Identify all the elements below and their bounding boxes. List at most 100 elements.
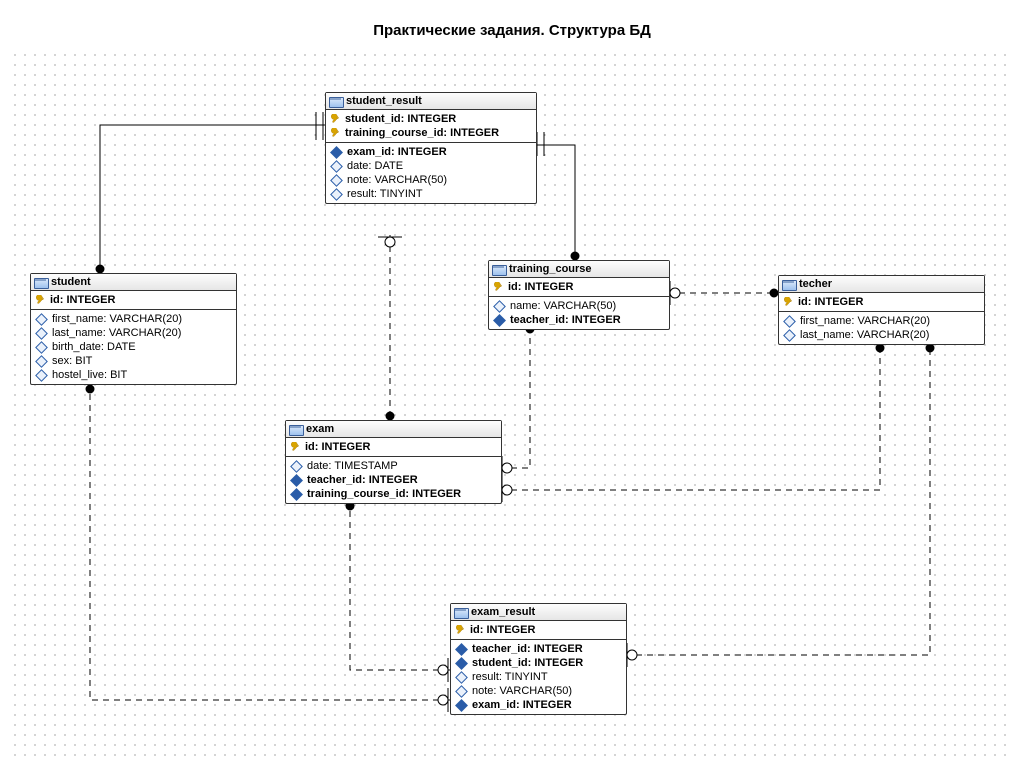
table-icon xyxy=(289,423,303,435)
fk-icon xyxy=(455,643,468,656)
column[interactable]: result: TINYINT xyxy=(326,187,536,201)
key-icon xyxy=(455,625,466,636)
column-label: result: TINYINT xyxy=(472,671,548,683)
column-label: name: VARCHAR(50) xyxy=(510,300,616,312)
column-label: student_id: INTEGER xyxy=(472,657,583,669)
pk-column[interactable]: id: INTEGER xyxy=(31,293,236,307)
fk-icon xyxy=(455,657,468,670)
column-label: teacher_id: INTEGER xyxy=(307,474,418,486)
column-label: last_name: VARCHAR(20) xyxy=(52,327,181,339)
column-icon xyxy=(493,300,506,313)
column[interactable]: date: TIMESTAMP xyxy=(286,459,501,473)
key-icon xyxy=(330,114,341,125)
columns-section: exam_id: INTEGERdate: DATEnote: VARCHAR(… xyxy=(326,143,536,203)
entity-header[interactable]: techer xyxy=(779,276,984,293)
column[interactable]: note: VARCHAR(50) xyxy=(326,173,536,187)
column-label: note: VARCHAR(50) xyxy=(472,685,572,697)
columns-section: date: TIMESTAMP teacher_id: INTEGERtraini… xyxy=(286,457,501,503)
column-label: teacher_id: INTEGER xyxy=(472,643,583,655)
fk-column[interactable]: teacher_id: INTEGER xyxy=(451,642,626,656)
fk-column[interactable]: student_id: INTEGER xyxy=(451,656,626,670)
column[interactable]: first_name: VARCHAR(20) xyxy=(31,312,236,326)
entity-exam[interactable]: exam id: INTEGER date: TIMESTAMP teacher_id… xyxy=(285,420,502,504)
fk-column[interactable]: training_course_id: INTEGER xyxy=(286,487,501,501)
pk-column[interactable]: training_course_id: INTEGER xyxy=(326,126,536,140)
column-icon xyxy=(35,341,48,354)
column[interactable]: sex: BIT xyxy=(31,354,236,368)
column-label: id: INTEGER xyxy=(508,281,573,293)
columns-section: first_name: VARCHAR(20)last_name: VARCHA… xyxy=(31,310,236,384)
entity-name: exam xyxy=(306,423,334,435)
column-label: hostel_live: BIT xyxy=(52,369,127,381)
pk-column[interactable]: id: INTEGER xyxy=(779,295,984,309)
entity-student_result[interactable]: student_result student_id: INTEGERtrainin… xyxy=(325,92,537,204)
entity-header[interactable]: training_course xyxy=(489,261,669,278)
column-label: id: INTEGER xyxy=(798,296,863,308)
column-label: sex: BIT xyxy=(52,355,92,367)
entity-header[interactable]: student xyxy=(31,274,236,291)
column-label: exam_id: INTEGER xyxy=(347,146,447,158)
entity-header[interactable]: exam_result xyxy=(451,604,626,621)
column-label: id: INTEGER xyxy=(50,294,115,306)
fk-icon xyxy=(455,699,468,712)
entity-student[interactable]: student id: INTEGER first_name: VARCHAR(20… xyxy=(30,273,237,385)
fk-icon xyxy=(330,146,343,159)
pk-column[interactable]: id: INTEGER xyxy=(489,280,669,294)
key-icon xyxy=(290,442,301,453)
column-label: exam_id: INTEGER xyxy=(472,699,572,711)
column-icon xyxy=(35,369,48,382)
column-label: teacher_id: INTEGER xyxy=(510,314,621,326)
pk-section: id: INTEGER xyxy=(286,438,501,457)
column-icon xyxy=(455,671,468,684)
entity-name: student_result xyxy=(346,95,422,107)
pk-section: id: INTEGER xyxy=(779,293,984,312)
column-label: last_name: VARCHAR(20) xyxy=(800,329,929,341)
column-icon xyxy=(455,685,468,698)
column-label: date: TIMESTAMP xyxy=(307,460,398,472)
column[interactable]: hostel_live: BIT xyxy=(31,368,236,382)
table-icon xyxy=(782,278,796,290)
column[interactable]: last_name: VARCHAR(20) xyxy=(779,328,984,342)
table-icon xyxy=(492,263,506,275)
diagram-canvas: student id: INTEGER first_name: VARCHAR(20… xyxy=(10,50,1010,760)
pk-section: id: INTEGER xyxy=(31,291,236,310)
column[interactable]: note: VARCHAR(50) xyxy=(451,684,626,698)
fk-column[interactable]: exam_id: INTEGER xyxy=(326,145,536,159)
columns-section: first_name: VARCHAR(20)last_name: VARCHA… xyxy=(779,312,984,344)
column-icon xyxy=(330,174,343,187)
column[interactable]: date: DATE xyxy=(326,159,536,173)
fk-icon xyxy=(290,474,303,487)
entity-header[interactable]: exam xyxy=(286,421,501,438)
pk-column[interactable]: student_id: INTEGER xyxy=(326,112,536,126)
column[interactable]: first_name: VARCHAR(20) xyxy=(779,314,984,328)
entity-training_course[interactable]: training_course id: INTEGER name: VARCHAR(… xyxy=(488,260,670,330)
entity-exam_result[interactable]: exam_result id: INTEGER teacher_id: INTEGE… xyxy=(450,603,627,715)
column-icon xyxy=(783,329,796,342)
pk-section: id: INTEGER xyxy=(451,621,626,640)
pk-column[interactable]: id: INTEGER xyxy=(451,623,626,637)
entity-name: student xyxy=(51,276,91,288)
pk-column[interactable]: id: INTEGER xyxy=(286,440,501,454)
entity-techer[interactable]: techer id: INTEGER first_name: VARCHAR(20)… xyxy=(778,275,985,345)
key-icon xyxy=(783,297,794,308)
entity-name: training_course xyxy=(509,263,592,275)
fk-icon xyxy=(493,314,506,327)
column[interactable]: name: VARCHAR(50) xyxy=(489,299,669,313)
column-label: training_course_id: INTEGER xyxy=(345,127,499,139)
key-icon xyxy=(493,282,504,293)
column-label: id: INTEGER xyxy=(470,624,535,636)
column[interactable]: result: TINYINT xyxy=(451,670,626,684)
fk-column[interactable]: teacher_id: INTEGER xyxy=(286,473,501,487)
fk-column[interactable]: teacher_id: INTEGER xyxy=(489,313,669,327)
columns-section: teacher_id: INTEGER student_id: INTEGER re… xyxy=(451,640,626,714)
entity-name: exam_result xyxy=(471,606,535,618)
column[interactable]: birth_date: DATE xyxy=(31,340,236,354)
column-label: note: VARCHAR(50) xyxy=(347,174,447,186)
column-icon xyxy=(783,315,796,328)
column[interactable]: last_name: VARCHAR(20) xyxy=(31,326,236,340)
column-icon xyxy=(35,313,48,326)
key-icon xyxy=(330,128,341,139)
entity-header[interactable]: student_result xyxy=(326,93,536,110)
fk-column[interactable]: exam_id: INTEGER xyxy=(451,698,626,712)
column-icon xyxy=(290,460,303,473)
